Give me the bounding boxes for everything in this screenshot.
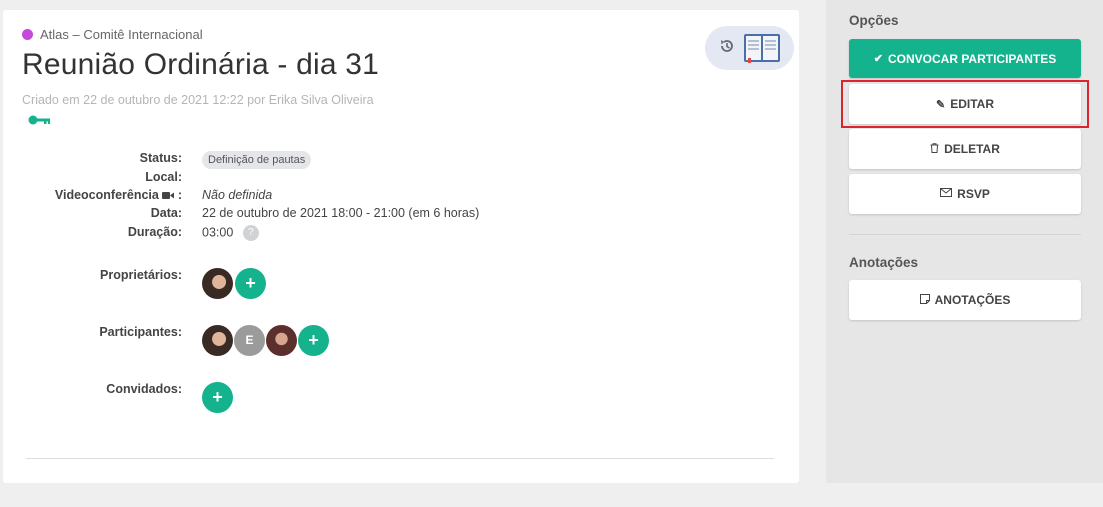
panel-divider xyxy=(849,234,1081,235)
deletar-button[interactable]: DELETAR xyxy=(849,129,1081,169)
pencil-icon: ✎ xyxy=(936,98,946,111)
video-camera-icon xyxy=(162,188,177,202)
organization-line: Atlas – Comitê Internacional xyxy=(22,27,203,42)
owners-label: Proprietários: xyxy=(100,268,182,282)
bottom-strip xyxy=(0,483,1103,507)
participant-avatar[interactable] xyxy=(202,325,233,356)
envelope-icon xyxy=(940,188,953,200)
add-guest-button[interactable]: + xyxy=(202,382,233,413)
date-value: 22 de outubro de 2021 18:00 - 21:00 (em … xyxy=(202,206,480,220)
status-badge: Definição de pautas xyxy=(202,151,312,169)
organization-name: Atlas – Comitê Internacional xyxy=(40,27,203,42)
history-icon[interactable] xyxy=(719,38,735,59)
date-label: Data: xyxy=(150,206,182,220)
options-title: Opções xyxy=(849,13,899,28)
check-icon: ✔ xyxy=(873,53,883,65)
note-icon xyxy=(919,293,930,307)
participants-label: Participantes: xyxy=(99,325,182,339)
divider xyxy=(26,458,774,459)
annotations-title: Anotações xyxy=(849,255,919,270)
videoconference-value: Não definida xyxy=(202,188,273,202)
convocar-participantes-button[interactable]: ✔ CONVOCAR PARTICIPANTES xyxy=(849,39,1081,78)
local-label: Local: xyxy=(145,170,182,184)
meeting-tools xyxy=(705,26,794,70)
participant-avatar[interactable] xyxy=(266,325,297,356)
deletar-label: DELETAR xyxy=(944,142,1000,156)
organization-color-dot xyxy=(22,29,33,40)
rsvp-button[interactable]: RSVP xyxy=(849,174,1081,214)
convocar-participantes-label: CONVOCAR PARTICIPANTES xyxy=(887,51,1057,66)
participant-avatar-initial[interactable]: E xyxy=(234,325,265,356)
duration-value: 03:00 xyxy=(202,225,234,240)
guests-label: Convidados: xyxy=(106,382,182,396)
rsvp-label: RSVP xyxy=(957,187,990,201)
anotacoes-label: ANOTAÇÕES xyxy=(934,293,1011,307)
editar-button[interactable]: ✎ EDITAR xyxy=(849,84,1081,124)
status-label: Status: xyxy=(139,151,182,165)
editar-label: EDITAR xyxy=(950,97,994,111)
add-owner-button[interactable]: + xyxy=(235,268,266,299)
videoconference-label-text: Videoconferência xyxy=(54,188,159,202)
videoconference-colon: : xyxy=(177,188,182,202)
videoconference-label: Videoconferência : xyxy=(0,188,182,202)
page-title: Reunião Ordinária - dia 31 xyxy=(22,48,380,81)
duration-row: 03:00 ? xyxy=(202,225,259,241)
book-icon[interactable] xyxy=(743,32,781,69)
duration-label: Duração: xyxy=(127,225,182,239)
key-icon xyxy=(28,113,52,131)
anotacoes-button[interactable]: ANOTAÇÕES xyxy=(849,280,1081,320)
owner-avatar[interactable] xyxy=(202,268,233,299)
trash-icon xyxy=(930,142,939,156)
add-participant-button[interactable]: + xyxy=(298,325,329,356)
help-icon[interactable]: ? xyxy=(242,225,259,241)
created-info: Criado em 22 de outubro de 2021 12:22 po… xyxy=(22,93,374,107)
